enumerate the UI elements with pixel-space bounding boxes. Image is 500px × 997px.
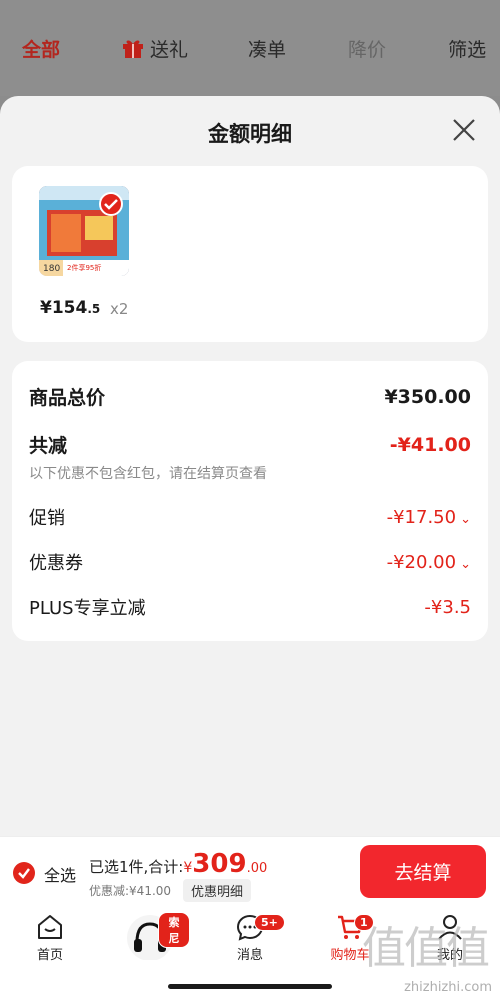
tab-gift-label: 送礼 (150, 38, 189, 61)
tab-gift[interactable]: 送礼 (122, 35, 188, 62)
discount-amount: 优惠减:¥41.00 (89, 884, 172, 898)
plus-row: PLUS专享立减 -¥3.5 (29, 594, 471, 620)
sheet-title: 金额明细 (208, 122, 292, 146)
nav-home[interactable]: 首页 (10, 912, 90, 963)
reduce-label: 共减 (29, 435, 68, 457)
amount-detail-sheet: 金额明细 180 2件享95折 ¥154.5 x2 商品总价 ¥350.00 共… (0, 96, 500, 836)
nav-home-label: 首页 (36, 948, 63, 963)
total-row: 商品总价 ¥350.00 (29, 383, 471, 410)
product-thumbnail[interactable]: 180 2件享95折 (39, 186, 129, 276)
close-icon[interactable] (450, 116, 478, 144)
promo-label: 促销 (29, 508, 65, 529)
home-icon (38, 915, 62, 939)
plus-value: -¥3.5 (424, 596, 471, 618)
reduce-value: -¥41.00 (389, 433, 471, 456)
discount-detail-button[interactable]: 优惠明细 (183, 879, 252, 902)
total-amount: 309 (192, 849, 247, 879)
total-currency: ¥ (183, 860, 193, 876)
chevron-down-icon[interactable]: ⌄ (460, 557, 471, 572)
promo-row[interactable]: 促销 -¥17.50 ⌄ (29, 504, 471, 530)
plus-label: PLUS专享立减 (29, 598, 146, 619)
home-indicator (168, 984, 332, 989)
checkout-button[interactable]: 去结算 (360, 845, 486, 898)
tab-price-drop[interactable]: 降价 (348, 35, 386, 62)
watermark-logo: 值值值 (362, 923, 490, 974)
item-price: ¥154.5 (40, 298, 100, 318)
thumb-price-tag: 180 (43, 264, 61, 274)
select-all-label[interactable]: 全选 (44, 862, 76, 886)
coupon-value-wrap: -¥20.00 ⌄ (387, 552, 471, 573)
amount-breakdown-card: 商品总价 ¥350.00 共减 -¥41.00 以下优惠不包含红包，请在结算页查… (12, 361, 488, 641)
chevron-down-icon[interactable]: ⌄ (460, 512, 471, 527)
tab-price-drop-label: 降价 (348, 38, 387, 61)
coupon-value: -¥20.00 (386, 551, 457, 573)
promo-value-wrap: -¥17.50 ⌄ (387, 507, 471, 528)
promo-value: -¥17.50 (386, 506, 457, 528)
item-quantity: x2 (110, 300, 129, 318)
sony-badge: 索尼 (158, 912, 190, 948)
discount-note: 以下优惠不包含红包，请在结算页查看 (29, 466, 267, 482)
tab-bundle[interactable]: 凑单 (248, 35, 286, 62)
selected-items-card: 180 2件享95折 ¥154.5 x2 (12, 166, 488, 342)
tab-filter[interactable]: 筛选 (448, 35, 486, 62)
item-price-main: ¥154 (40, 298, 88, 318)
checkout-summary: 已选1件,合计:¥309.00 (89, 849, 267, 879)
nav-messages-label: 消息 (236, 948, 263, 963)
tab-bundle-label: 凑单 (248, 38, 287, 61)
coupon-row[interactable]: 优惠券 -¥20.00 ⌄ (29, 549, 471, 575)
summary-prefix: 已选1件,合计: (89, 858, 184, 876)
gift-icon (123, 40, 144, 58)
tab-all-label: 全部 (22, 38, 61, 61)
reduce-row: 共减 -¥41.00 (29, 431, 471, 458)
coupon-label: 优惠券 (29, 553, 83, 574)
total-label: 商品总价 (29, 387, 106, 409)
top-tabs: 全部 送礼 凑单 降价 筛选 (0, 0, 500, 96)
nav-messages[interactable]: 消息 5+ (210, 912, 290, 963)
checkout-bar: 全选 已选1件,合计:¥309.00 优惠减:¥41.00 优惠明细 去结算 (0, 836, 500, 906)
tab-all[interactable]: 全部 (22, 35, 60, 62)
watermark: zhizhizhi.com (404, 980, 492, 995)
item-price-decimal: .5 (87, 302, 101, 316)
thumb-promo-tag: 2件享95折 (67, 264, 102, 272)
nav-sony-promo[interactable]: 索尼 (110, 912, 190, 962)
product-selected-check-icon[interactable] (99, 192, 123, 216)
messages-badge: 5+ (254, 914, 285, 931)
total-decimal: .00 (246, 861, 268, 876)
total-value: ¥350.00 (384, 385, 471, 408)
tab-filter-label: 筛选 (448, 38, 487, 61)
select-all-check-icon[interactable] (13, 862, 35, 884)
bottom-nav: 首页 索尼 消息 5+ 购物车 1 我的 值值值 zhizhizhi.com (0, 906, 500, 997)
